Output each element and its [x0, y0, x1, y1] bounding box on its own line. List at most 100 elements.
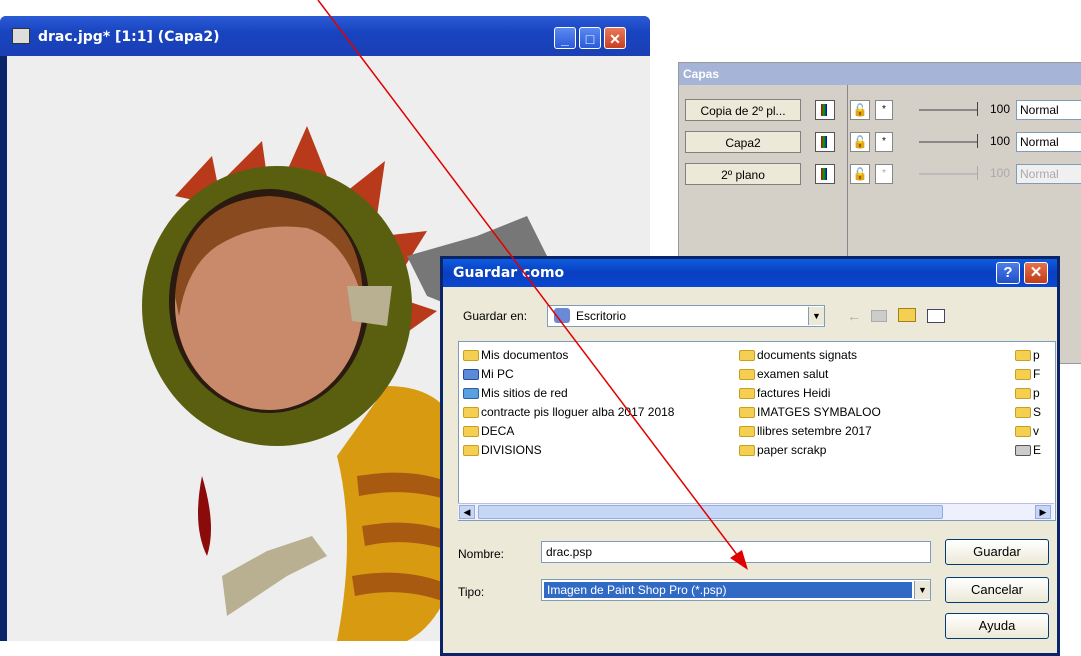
- list-item-label: p: [1033, 348, 1040, 362]
- list-item[interactable]: p: [1015, 346, 1055, 365]
- close-button[interactable]: ✕: [604, 27, 626, 49]
- layer-name-button[interactable]: Copia de 2º pl...: [685, 99, 801, 121]
- folder-icon: [739, 426, 755, 438]
- folder-icon: [739, 445, 755, 457]
- mask-toggle[interactable]: *: [875, 100, 893, 120]
- opacity-slider[interactable]: [919, 109, 977, 111]
- list-item[interactable]: IMATGES SYMBALOO: [739, 403, 881, 422]
- help-dialog-button[interactable]: Ayuda: [945, 613, 1049, 639]
- list-item[interactable]: DIVISIONS: [463, 441, 674, 460]
- list-item-label: v: [1033, 424, 1039, 438]
- cancel-button[interactable]: Cancelar: [945, 577, 1049, 603]
- folder-icon: [739, 350, 755, 362]
- minimize-button[interactable]: _: [554, 27, 576, 49]
- file-type-select[interactable]: Imagen de Paint Shop Pro (*.psp) ▼: [541, 579, 931, 601]
- opacity-slider[interactable]: [919, 141, 977, 143]
- list-item[interactable]: contracte pis lloguer alba 2017 2018: [463, 403, 674, 422]
- folder-icon: [739, 388, 755, 400]
- opacity-slider-thumb[interactable]: [973, 102, 978, 116]
- list-item-label: llibres setembre 2017: [757, 424, 872, 438]
- folder-icon: [1015, 350, 1031, 362]
- folder-icon: [739, 407, 755, 419]
- list-item-label: S: [1033, 405, 1042, 419]
- mask-toggle: *: [875, 164, 893, 184]
- scroll-right-icon[interactable]: ▶: [1035, 505, 1051, 519]
- save-in-select[interactable]: Escritorio ▼: [547, 305, 825, 327]
- list-item[interactable]: DECA: [463, 422, 674, 441]
- layers-panel-title: Capas: [679, 63, 1081, 85]
- dialog-close-button[interactable]: ✕: [1024, 262, 1048, 284]
- image-window-title: drac.jpg* [1:1] (Capa2): [38, 29, 220, 45]
- layer-row: Copia de 2º pl... 🔓 * 100 Normal: [679, 97, 1081, 123]
- blend-mode-select[interactable]: Normal: [1016, 132, 1081, 152]
- blend-mode-select[interactable]: Normal: [1016, 100, 1081, 120]
- opacity-value: 100: [990, 134, 1011, 148]
- file-list[interactable]: Mis documentos Mi PC Mis sitios de red c…: [458, 341, 1056, 521]
- scrollbar-thumb[interactable]: [478, 505, 943, 519]
- file-list-column: documents signats examen salut factures …: [739, 346, 881, 460]
- list-item[interactable]: llibres setembre 2017: [739, 422, 881, 441]
- layer-name-button[interactable]: Capa2: [685, 131, 801, 153]
- horizontal-scrollbar[interactable]: ◀ ▶: [458, 503, 1054, 520]
- chevron-down-icon[interactable]: ▼: [914, 581, 930, 599]
- opacity-value: 100: [990, 102, 1011, 116]
- list-item[interactable]: factures Heidi: [739, 384, 881, 403]
- list-item-label: DECA: [481, 424, 515, 438]
- up-folder-icon[interactable]: [871, 310, 887, 322]
- layer-visibility-icon[interactable]: [815, 132, 835, 152]
- lock-icon[interactable]: 🔓: [850, 132, 870, 152]
- folder-icon: [1015, 369, 1031, 381]
- file-icon: [1015, 445, 1031, 457]
- layer-name-button[interactable]: 2º plano: [685, 163, 801, 185]
- lock-icon: 🔓: [850, 164, 870, 184]
- folder-icon: [463, 407, 479, 419]
- opacity-slider-thumb[interactable]: [973, 134, 978, 148]
- list-item-label: paper scrakp: [757, 443, 827, 457]
- desktop-icon: [554, 308, 570, 323]
- list-item-label: documents signats: [757, 348, 858, 362]
- list-item[interactable]: documents signats: [739, 346, 881, 365]
- save-as-dialog: Guardar como ? ✕ Guardar en: Escritorio …: [440, 256, 1060, 656]
- list-item[interactable]: p: [1015, 384, 1055, 403]
- scroll-left-icon[interactable]: ◀: [459, 505, 475, 519]
- network-icon: [463, 388, 479, 400]
- list-item[interactable]: F: [1015, 365, 1055, 384]
- mask-toggle[interactable]: *: [875, 132, 893, 152]
- folder-icon: [1015, 426, 1031, 438]
- folder-icon: [463, 445, 479, 457]
- back-icon[interactable]: ←: [847, 308, 861, 324]
- list-item[interactable]: Mi PC: [463, 365, 674, 384]
- new-folder-icon[interactable]: [898, 308, 916, 322]
- list-item[interactable]: paper scrakp: [739, 441, 881, 460]
- list-item[interactable]: v: [1015, 422, 1055, 441]
- lock-icon[interactable]: 🔓: [850, 100, 870, 120]
- opacity-slider: [919, 173, 977, 175]
- list-item-label: p: [1033, 386, 1040, 400]
- folder-icon: [1015, 388, 1031, 400]
- chevron-down-icon[interactable]: ▼: [808, 307, 824, 325]
- layer-visibility-icon[interactable]: [815, 100, 835, 120]
- app-icon: [12, 28, 30, 44]
- list-item[interactable]: Mis documentos: [463, 346, 674, 365]
- list-item[interactable]: Mis sitios de red: [463, 384, 674, 403]
- view-menu-icon[interactable]: [927, 309, 945, 323]
- list-item-label: factures Heidi: [757, 386, 831, 400]
- list-item-label: Mis documentos: [481, 348, 569, 362]
- list-item-label: examen salut: [757, 367, 829, 381]
- folder-icon: [739, 369, 755, 381]
- file-list-column: p F p S v E: [1015, 346, 1055, 460]
- folder-icon: [463, 350, 479, 362]
- file-type-value: Imagen de Paint Shop Pro (*.psp): [544, 582, 912, 598]
- list-item[interactable]: examen salut: [739, 365, 881, 384]
- name-label: Nombre:: [458, 547, 505, 561]
- save-button[interactable]: Guardar: [945, 539, 1049, 565]
- list-item-label: IMATGES SYMBALOO: [757, 405, 881, 419]
- maximize-button[interactable]: □: [579, 27, 601, 49]
- help-button[interactable]: ?: [996, 262, 1020, 284]
- layer-visibility-icon[interactable]: [815, 164, 835, 184]
- list-item[interactable]: E: [1015, 441, 1055, 460]
- list-item-label: F: [1033, 367, 1041, 381]
- list-item[interactable]: S: [1015, 403, 1055, 422]
- file-name-input[interactable]: drac.psp: [541, 541, 931, 563]
- save-in-value: Escritorio: [576, 309, 627, 323]
